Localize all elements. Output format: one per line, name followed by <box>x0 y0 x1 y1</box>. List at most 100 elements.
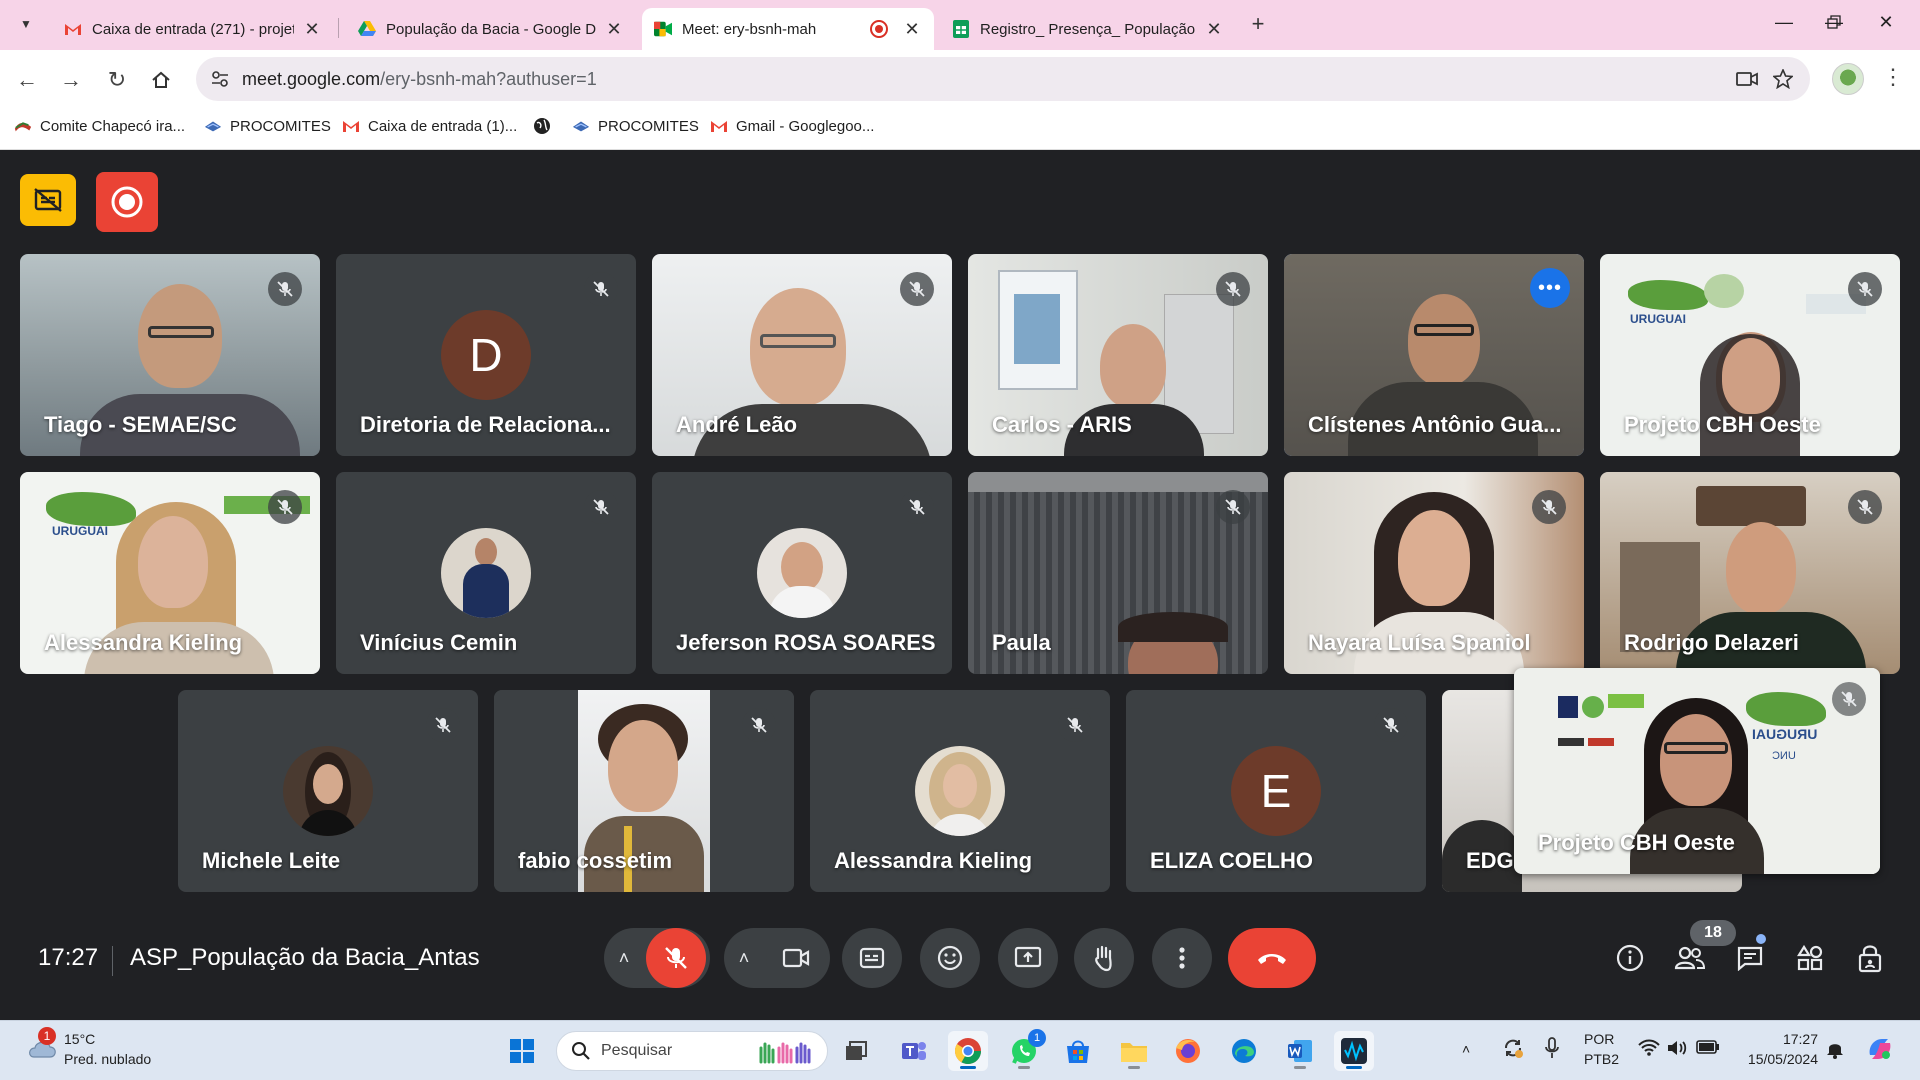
chrome-icon[interactable] <box>948 1031 988 1071</box>
tab-google-sheets[interactable]: Registro_ Presença_ População ✕ <box>940 8 1236 50</box>
tab-google-meet[interactable]: Meet: ery-bsnh-mah ✕ <box>642 8 934 50</box>
raise-hand-button[interactable] <box>1074 928 1134 988</box>
participant-tile[interactable]: Rodrigo Delazeri <box>1600 472 1900 674</box>
restore-window-icon[interactable] <box>1814 8 1854 36</box>
mic-options-chevron-icon[interactable]: ˄ <box>606 928 642 988</box>
home-icon[interactable] <box>146 65 176 95</box>
leave-call-button[interactable] <box>1228 928 1316 988</box>
present-screen-button[interactable] <box>998 928 1058 988</box>
microphone-icon[interactable] <box>1544 1037 1560 1059</box>
audio-app-icon[interactable] <box>1334 1031 1374 1071</box>
people-icon[interactable] <box>1670 938 1710 978</box>
tab-search-chevron-icon[interactable]: ▼ <box>12 10 40 38</box>
bookmark-label: Comite Chapecó ira... <box>40 117 186 135</box>
reload-icon[interactable]: ↻ <box>102 65 132 95</box>
mic-off-icon <box>268 490 302 524</box>
address-bar[interactable]: meet.google.com/ery-bsnh-mah?authuser=1 <box>196 57 1810 101</box>
taskbar-clock[interactable]: 17:27 <box>1748 1031 1818 1047</box>
bookmark-item[interactable]: Caixa de entrada (1)... <box>342 117 517 135</box>
close-icon[interactable]: ✕ <box>1204 19 1224 40</box>
microsoft-store-icon[interactable] <box>1058 1031 1098 1071</box>
taskbar-date[interactable]: 15/05/2024 <box>1718 1051 1818 1067</box>
wifi-icon[interactable] <box>1638 1039 1660 1057</box>
running-indicator <box>1018 1066 1030 1069</box>
emoji-reactions-button[interactable] <box>920 928 980 988</box>
camera-toggle-button[interactable] <box>766 928 826 988</box>
tab-gmail-inbox[interactable]: Caixa de entrada (271) - projeto ✕ <box>52 8 334 50</box>
windows-start-icon[interactable] <box>502 1031 542 1071</box>
profile-avatar[interactable] <box>1832 63 1864 95</box>
minimize-window-icon[interactable]: — <box>1764 8 1804 36</box>
bookmark-item[interactable] <box>533 117 559 135</box>
sync-icon[interactable] <box>1502 1037 1524 1059</box>
more-options-icon[interactable] <box>1152 928 1212 988</box>
bookmark-item[interactable]: PROCOMITES <box>204 117 331 135</box>
bookmark-item[interactable]: Comite Chapecó ira... <box>14 117 185 135</box>
site-settings-icon[interactable] <box>210 69 230 89</box>
input-language[interactable]: POR <box>1584 1031 1614 1047</box>
participant-tile[interactable]: Tiago - SEMAE/SC <box>20 254 320 456</box>
participant-tile[interactable]: URUGUAI Projeto CBH Oeste <box>1600 254 1900 456</box>
meeting-info-icon[interactable] <box>1610 938 1650 978</box>
procomites-icon <box>572 117 590 135</box>
recording-icon[interactable] <box>96 172 158 232</box>
participant-tile-active-speaker[interactable]: ••• Clístenes Antônio Gua... <box>1284 254 1584 456</box>
captions-button[interactable] <box>842 928 902 988</box>
tray-overflow-chevron-icon[interactable]: ˄ <box>1462 1041 1470 1057</box>
forward-arrow-icon[interactable]: → <box>56 65 86 95</box>
participant-tile[interactable]: Alessandra Kieling <box>810 690 1110 892</box>
google-drive-icon <box>358 20 376 38</box>
battery-icon[interactable] <box>1696 1039 1720 1055</box>
participant-tile[interactable]: Vinícius Cemin <box>336 472 636 674</box>
search-placeholder: Pesquisar <box>601 1042 673 1059</box>
participant-tile[interactable]: D Diretoria de Relaciona... <box>336 254 636 456</box>
browser-menu-icon[interactable]: ⋮ <box>1882 64 1904 94</box>
close-icon[interactable]: ✕ <box>902 19 922 40</box>
participant-tile[interactable]: André Leão <box>652 254 952 456</box>
back-arrow-icon[interactable]: ← <box>12 65 42 95</box>
notification-badge: 1 <box>1028 1029 1046 1047</box>
tab-google-drive[interactable]: População da Bacia - Google Drive ✕ <box>346 8 636 50</box>
camera-in-use-icon[interactable] <box>1736 68 1758 90</box>
participant-tile[interactable]: E ELIZA COELHO <box>1126 690 1426 892</box>
participant-tile[interactable]: Nayara Luísa Spaniol <box>1284 472 1584 674</box>
copilot-icon[interactable] <box>1866 1035 1894 1063</box>
participant-tile[interactable]: Michele Leite <box>178 690 478 892</box>
chat-icon[interactable] <box>1730 938 1770 978</box>
participant-tile[interactable]: Carlos - ARIS <box>968 254 1268 456</box>
participant-name: Nayara Luísa Spaniol <box>1308 630 1531 655</box>
close-icon[interactable]: ✕ <box>604 19 624 40</box>
keyboard-layout[interactable]: PTB2 <box>1584 1051 1619 1067</box>
running-indicator <box>1294 1066 1306 1069</box>
edge-icon[interactable] <box>1224 1031 1264 1071</box>
notification-bell-icon[interactable] <box>1826 1039 1844 1059</box>
new-tab-plus-icon[interactable]: + <box>1244 10 1272 38</box>
participant-tile[interactable]: Jeferson ROSA SOARES <box>652 472 952 674</box>
bookmark-label: Gmail - Googlegoo... <box>736 117 875 135</box>
close-icon[interactable]: ✕ <box>302 19 322 40</box>
activities-icon[interactable] <box>1790 938 1830 978</box>
bookmark-star-icon[interactable] <box>1772 68 1794 90</box>
teams-icon[interactable] <box>894 1031 934 1071</box>
participant-name: Vinícius Cemin <box>360 630 518 655</box>
self-view-tile[interactable]: URUGUAI UNC Projeto CBH Oeste <box>1514 668 1880 874</box>
participant-tile[interactable]: URUGUAI Alessandra Kieling <box>20 472 320 674</box>
more-options-icon[interactable]: ••• <box>1530 268 1570 308</box>
file-explorer-icon[interactable] <box>1114 1031 1154 1071</box>
volume-icon[interactable] <box>1666 1039 1688 1057</box>
camera-options-chevron-icon[interactable]: ˄ <box>726 928 762 988</box>
captions-off-indicator-icon[interactable] <box>20 174 76 226</box>
task-view-icon[interactable] <box>836 1031 876 1071</box>
word-icon[interactable] <box>1280 1031 1320 1071</box>
participant-tile[interactable]: Paula <box>968 472 1268 674</box>
participant-tile[interactable]: fabio cossetim <box>494 690 794 892</box>
bookmark-item[interactable]: Gmail - Googlegoo... <box>710 117 874 135</box>
close-window-icon[interactable]: ✕ <box>1866 8 1906 36</box>
weather-description: Pred. nublado <box>64 1051 152 1067</box>
bookmark-item[interactable]: PROCOMITES <box>572 117 699 135</box>
mic-toggle-button[interactable] <box>646 928 706 988</box>
taskbar-search[interactable]: Pesquisar <box>556 1031 828 1071</box>
host-controls-lock-icon[interactable] <box>1850 938 1890 978</box>
whatsapp-icon[interactable]: 1 <box>1004 1029 1046 1071</box>
firefox-icon[interactable] <box>1168 1031 1208 1071</box>
